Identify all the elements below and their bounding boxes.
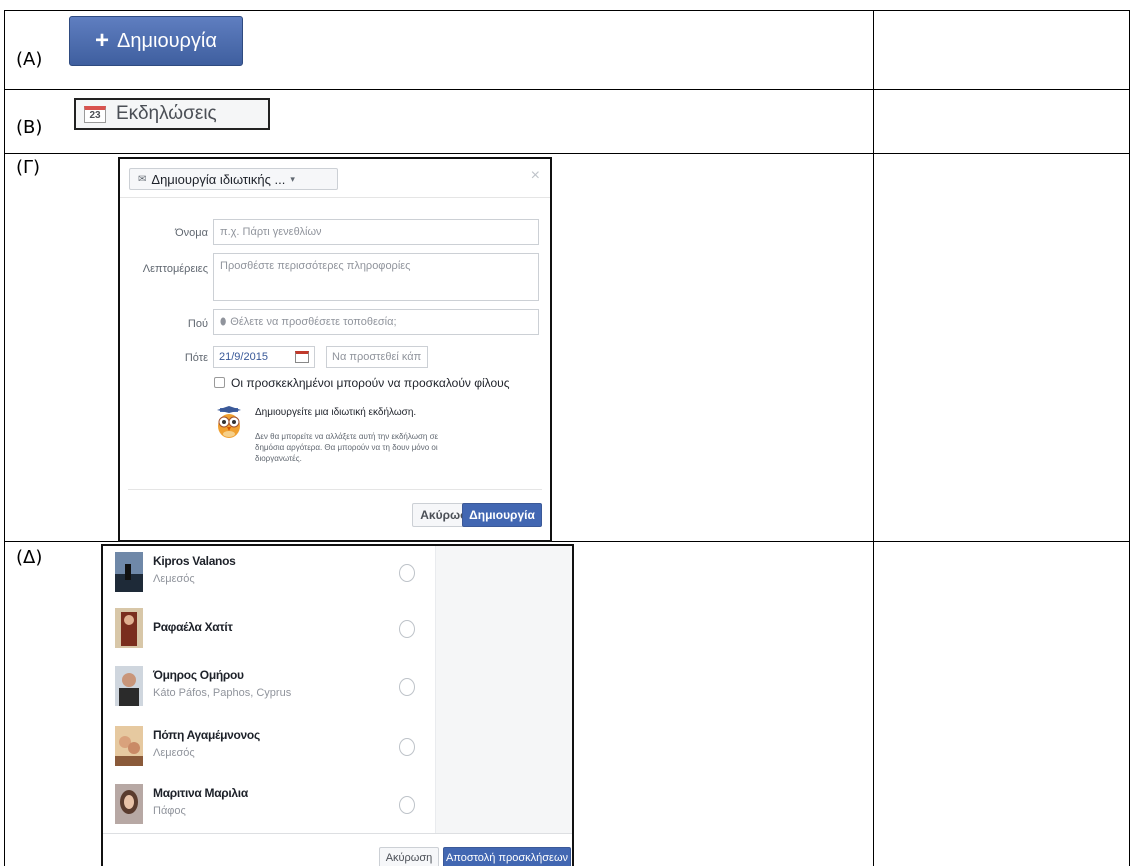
person-name: Πόπη Αγαμέμνονος bbox=[153, 728, 260, 742]
cancel-invite-button[interactable]: Ακύρωση bbox=[379, 847, 439, 866]
select-radio[interactable] bbox=[399, 738, 415, 756]
table-row-divider bbox=[4, 89, 1130, 90]
avatar bbox=[115, 608, 143, 648]
person-location: Λεμεσός bbox=[153, 747, 195, 759]
invite-friends-panel: Kipros Valanos Λεμεσός Ραφαέλα Χατίτ Όμη… bbox=[101, 544, 574, 866]
invite-footer-divider bbox=[103, 833, 572, 834]
private-event-notice-title: Δημιουργείτε μια ιδιωτική εκδήλωση. bbox=[255, 407, 417, 418]
selected-friends-panel bbox=[435, 546, 572, 833]
table-border-left bbox=[4, 10, 5, 866]
privacy-dropdown[interactable]: ✉ Δημιουργία ιδιωτικής ... ▾ bbox=[129, 168, 338, 190]
list-item[interactable]: Πόπη Αγαμέμνονος Λεμεσός bbox=[115, 726, 415, 770]
create-event-button[interactable]: Δημιουργία bbox=[462, 503, 542, 527]
create-event-dialog: ✉ Δημιουργία ιδιωτικής ... ▾ × Όνομα π.χ… bbox=[118, 157, 552, 542]
events-button-label: Εκδηλώσεις bbox=[116, 103, 217, 124]
send-invitations-button[interactable]: Αποστολή προσκλήσεων bbox=[443, 847, 571, 866]
table-row-divider bbox=[4, 153, 1130, 154]
guests-invite-label: Οι προσκεκλημένοι μπορούν να προσκαλούν … bbox=[231, 376, 510, 390]
select-radio[interactable] bbox=[399, 796, 415, 814]
owl-icon bbox=[217, 406, 241, 438]
dialog-header: ✉ Δημιουργία ιδιωτικής ... ▾ × bbox=[120, 159, 550, 198]
row-label-a: (A) bbox=[16, 49, 43, 70]
select-radio[interactable] bbox=[399, 564, 415, 582]
select-radio[interactable] bbox=[399, 678, 415, 696]
calendar-icon[interactable] bbox=[295, 351, 309, 363]
avatar bbox=[115, 784, 143, 824]
table-border-right bbox=[1129, 10, 1130, 866]
plus-icon: + bbox=[95, 27, 110, 54]
person-name: Όμηρος Ομήρου bbox=[153, 668, 244, 682]
avatar bbox=[115, 552, 143, 592]
details-label: Λεπτομέρειες bbox=[142, 263, 208, 275]
events-button[interactable]: 23 Εκδηλώσεις bbox=[74, 98, 270, 130]
list-item[interactable]: Μαριτινα Μαριλια Πάφος bbox=[115, 784, 415, 828]
location-pin-icon: ⬮ bbox=[220, 317, 227, 328]
name-label: Όνομα bbox=[175, 227, 208, 239]
list-item[interactable]: Kipros Valanos Λεμεσός bbox=[115, 552, 415, 596]
person-location: Λεμεσός bbox=[153, 573, 195, 585]
where-input[interactable]: ⬮ Θέλετε να προσθέσετε τοποθεσία; bbox=[213, 309, 539, 335]
time-input[interactable]: Να προστεθεί κάπ bbox=[326, 346, 428, 368]
create-button[interactable]: + Δημιουργία bbox=[69, 16, 243, 66]
name-input[interactable]: π.χ. Πάρτι γενεθλίων bbox=[213, 219, 539, 245]
table-column-divider bbox=[873, 10, 874, 866]
row-label-b: (B) bbox=[16, 117, 43, 138]
person-name: Kipros Valanos bbox=[153, 554, 236, 568]
avatar bbox=[115, 666, 143, 706]
list-item[interactable]: Όμηρος Ομήρου Káto Páfos, Paphos, Cyprus bbox=[115, 666, 415, 710]
create-button-label: Δημιουργία bbox=[117, 29, 217, 52]
person-location: Πάφος bbox=[153, 805, 186, 817]
guests-invite-checkbox[interactable] bbox=[214, 377, 225, 388]
date-value: 21/9/2015 bbox=[219, 351, 268, 363]
row-label-c: (Γ) bbox=[16, 157, 41, 178]
when-label: Πότε bbox=[184, 352, 208, 364]
table-border-top bbox=[4, 10, 1130, 11]
list-item[interactable]: Ραφαέλα Χατίτ bbox=[115, 608, 415, 652]
person-name: Ραφαέλα Χατίτ bbox=[153, 620, 233, 634]
avatar bbox=[115, 726, 143, 766]
close-icon[interactable]: × bbox=[531, 167, 540, 185]
chevron-down-icon: ▾ bbox=[290, 173, 295, 184]
details-textarea[interactable]: Προσθέστε περισσότερες πληροφορίες bbox=[213, 253, 539, 301]
private-event-notice-body: Δεν θα μπορείτε να αλλάξετε αυτή την εκδ… bbox=[255, 432, 439, 463]
select-radio[interactable] bbox=[399, 620, 415, 638]
where-label: Πού bbox=[187, 318, 208, 330]
person-name: Μαριτινα Μαριλια bbox=[153, 786, 248, 800]
where-input-placeholder: Θέλετε να προσθέσετε τοποθεσία; bbox=[230, 316, 397, 328]
person-location: Káto Páfos, Paphos, Cyprus bbox=[153, 687, 292, 699]
privacy-dropdown-label: Δημιουργία ιδιωτικής ... bbox=[151, 171, 286, 187]
row-label-d: (Δ) bbox=[16, 547, 43, 568]
dialog-footer-divider bbox=[128, 489, 542, 490]
calendar-icon: 23 bbox=[84, 105, 106, 123]
envelope-icon: ✉ bbox=[138, 173, 147, 185]
